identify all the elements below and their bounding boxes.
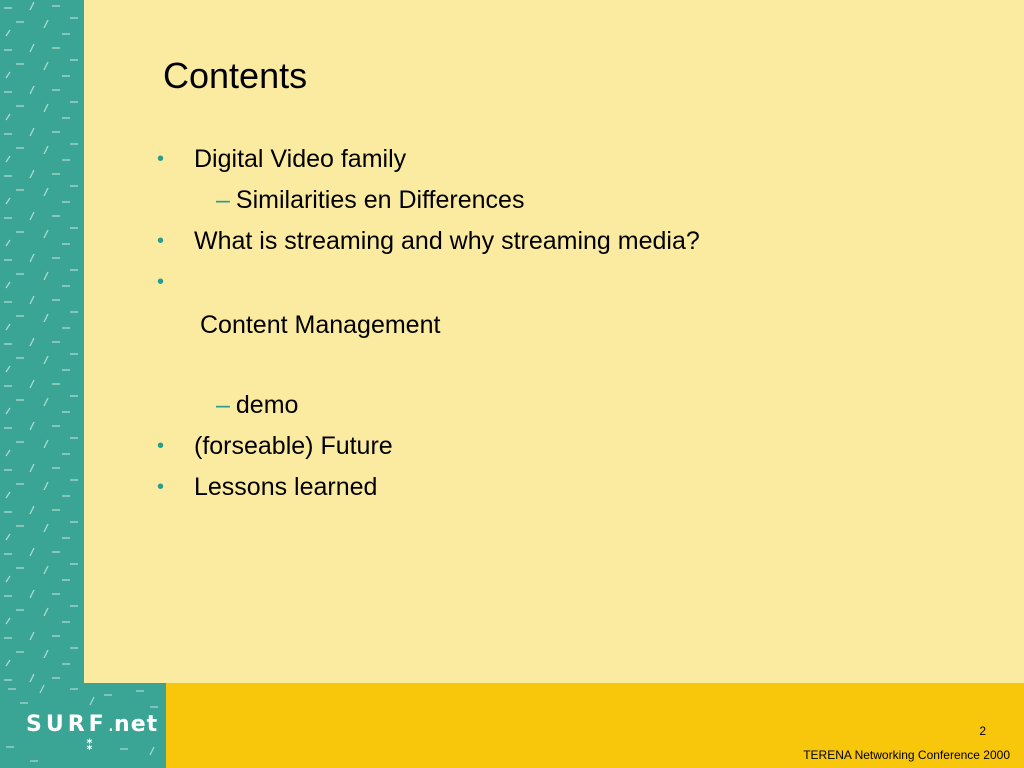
bullet-icon: • xyxy=(157,476,165,498)
list-subitem-label: demo xyxy=(235,391,299,419)
bullet-icon: • xyxy=(157,230,165,252)
list-item: (forseable) Future xyxy=(194,432,393,460)
dash-icon: – xyxy=(216,391,230,419)
list-item: Content Management xyxy=(200,311,441,339)
slide: SURF.net ⁑ Contents • Digital Video fami… xyxy=(0,0,1024,768)
side-pattern-band xyxy=(0,0,84,768)
list-subitem: – demo xyxy=(216,390,298,420)
footer-conference: TERENA Networking Conference 2000 xyxy=(803,748,1010,762)
bullet-icon: • xyxy=(157,148,165,170)
slide-title: Contents xyxy=(163,55,308,96)
bullet-icon: • xyxy=(157,435,165,457)
list-item: Digital Video family xyxy=(194,145,407,173)
surfnet-logo: SURF.net xyxy=(26,712,159,737)
list-subitem-label: Similarities en Differences xyxy=(235,186,525,214)
bullet-icon: • xyxy=(157,271,165,293)
list-item: What is streaming and why streaming medi… xyxy=(194,227,700,255)
dash-pattern-icon xyxy=(3,1,79,751)
dash-icon: – xyxy=(216,186,230,214)
logo-mark-icon: ⁑ xyxy=(86,738,94,754)
list-subitem: – Similarities en Differences xyxy=(216,185,524,215)
list-item: Lessons learned xyxy=(194,473,378,501)
page-number: 2 xyxy=(979,724,986,738)
